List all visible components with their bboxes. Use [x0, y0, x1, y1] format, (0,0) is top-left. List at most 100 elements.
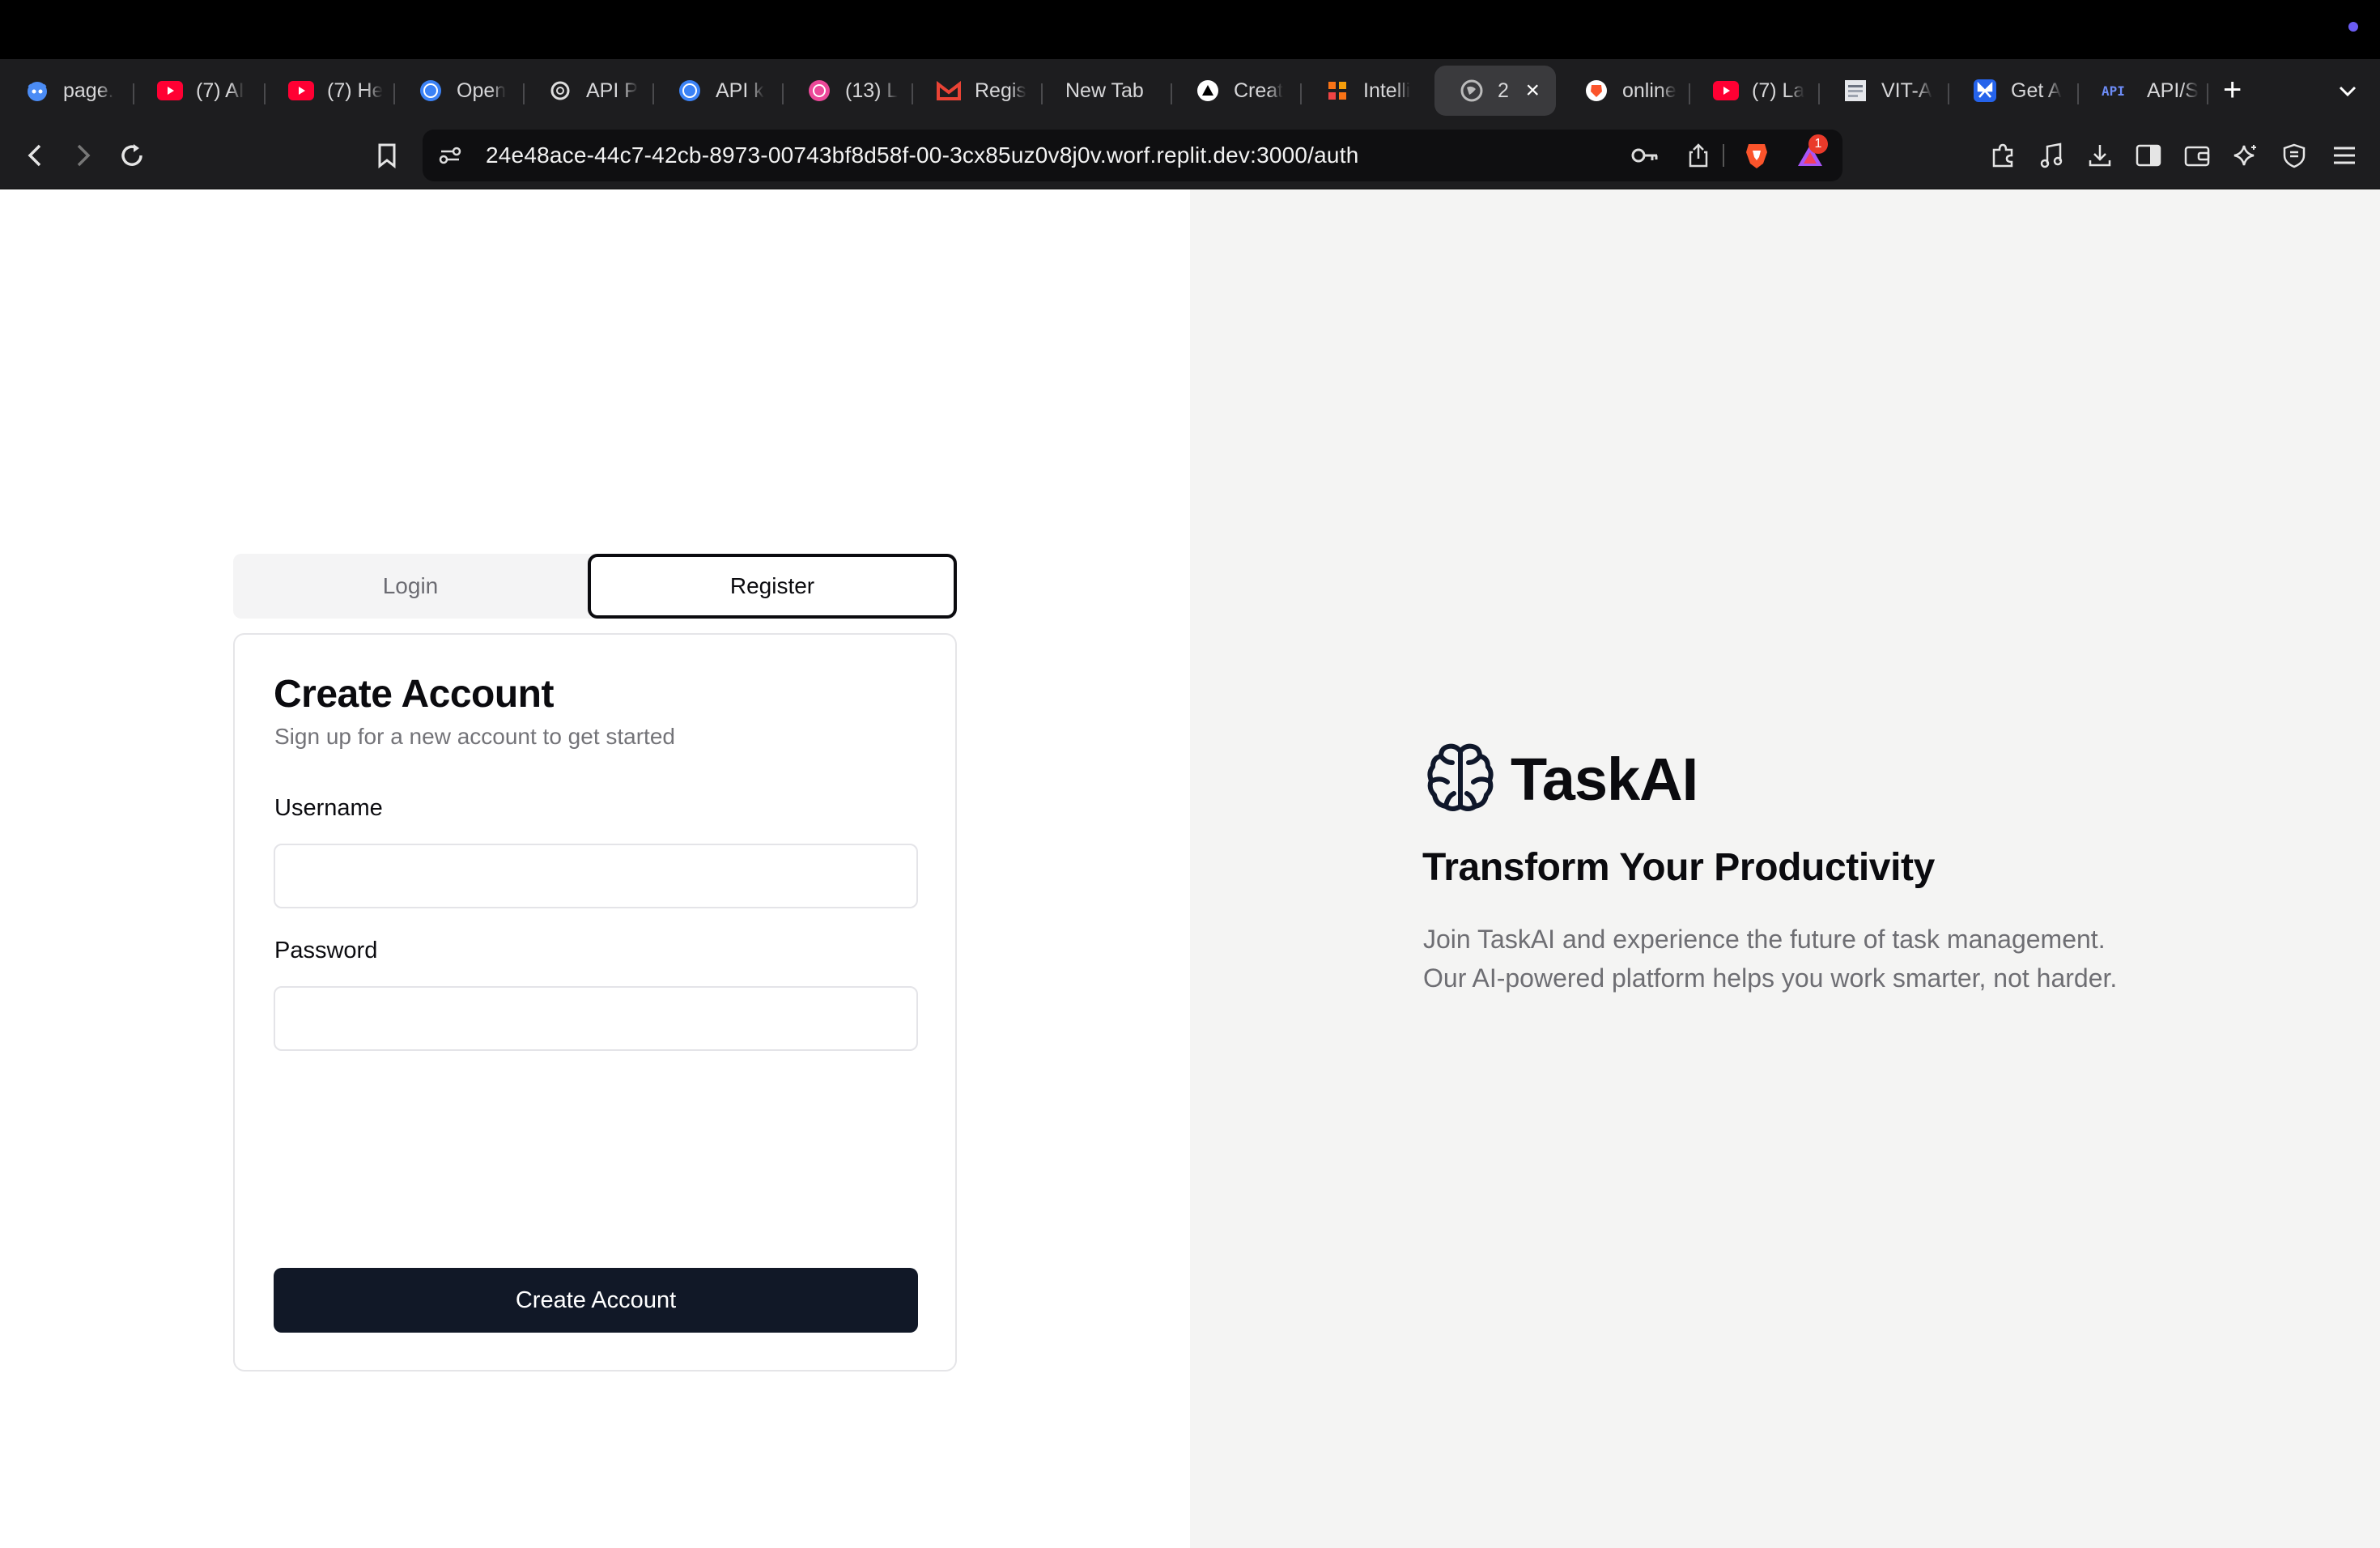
browser-tab[interactable]: (7) AI [133, 66, 261, 116]
tab-list-chevron-icon[interactable] [2336, 80, 2359, 107]
circle-icon [806, 78, 832, 104]
extensions-icon[interactable] [1987, 139, 2019, 172]
hero-panel: TaskAI Transform Your Productivity Join … [1190, 189, 2380, 1548]
brand-name: TaskAI [1511, 746, 1698, 813]
brain-icon [1423, 740, 1498, 819]
browser-tab[interactable]: VIT-A [1818, 66, 1948, 116]
reload-icon[interactable] [116, 139, 148, 172]
tab-title: page. [63, 79, 114, 102]
browser-tab[interactable]: Open [393, 66, 523, 116]
tab-title: 2 [1498, 79, 1509, 102]
tab-title: Get A [2011, 79, 2062, 102]
brave-icon [1583, 78, 1609, 104]
tab-separator [2207, 83, 2208, 104]
gmail-icon [936, 78, 962, 104]
tab-title: (7) He [327, 79, 384, 102]
hero-description-line2: Our AI-powered platform helps you work s… [1423, 963, 2118, 993]
password-input[interactable] [274, 986, 918, 1051]
key-icon[interactable] [1629, 139, 1661, 172]
url-text: 24e48ace-44c7-42cb-8973-00743bf8d58f-00-… [486, 142, 1359, 168]
tab-title: Creat [1234, 79, 1284, 102]
address-bar[interactable]: 24e48ace-44c7-42cb-8973-00743bf8d58f-00-… [423, 130, 1842, 181]
vpn-shield-icon[interactable] [2278, 139, 2310, 172]
hero-headline: Transform Your Productivity [1422, 846, 1935, 889]
site-settings-icon[interactable] [434, 139, 466, 172]
tab-title: (7) La [1752, 79, 1805, 102]
password-label: Password [274, 938, 378, 963]
browser-tab[interactable]: Intelli [1300, 66, 1430, 116]
music-icon[interactable] [2035, 139, 2068, 172]
tab-title: New Tab [1065, 79, 1144, 102]
tab-title: Open [457, 79, 507, 102]
tab-title: VIT-A [1881, 79, 1932, 102]
card-subtitle: Sign up for a new account to get started [274, 724, 675, 749]
browser-tab[interactable]: (7) He [264, 66, 393, 116]
youtube-icon [157, 78, 183, 104]
wallet-icon[interactable] [2181, 139, 2213, 172]
tab-register[interactable]: Register [588, 554, 957, 619]
tab-title: Intelli [1363, 79, 1411, 102]
tab-login[interactable]: Login [233, 554, 588, 619]
tab-title: (7) AI [196, 79, 244, 102]
browser-tab[interactable]: Regis [912, 66, 1041, 116]
browser-tab[interactable]: New Tab [1041, 66, 1171, 116]
globe-icon [677, 78, 703, 104]
forward-icon[interactable] [66, 139, 99, 172]
tab-title: (13) L [845, 79, 899, 102]
grid-icon [1324, 78, 1350, 104]
username-input[interactable] [274, 844, 918, 908]
browser-toolbar: 24e48ace-44c7-42cb-8973-00743bf8d58f-00-… [0, 123, 2380, 189]
butterfly-icon [1972, 78, 1998, 104]
browser-tab[interactable]: Get A [1948, 66, 2077, 116]
auth-tabs: Login Register [233, 554, 957, 619]
svg-text:API: API [2102, 83, 2125, 99]
window-top-bar [0, 0, 2380, 59]
tab-title: online [1622, 79, 1677, 102]
github-icon [24, 78, 50, 104]
username-label: Username [274, 795, 383, 821]
browser-tab[interactable]: API k [652, 66, 782, 116]
download-icon[interactable] [2084, 139, 2116, 172]
card-title: Create Account [274, 673, 554, 716]
browser-tab[interactable]: (13) L [782, 66, 912, 116]
page-icon [1842, 78, 1868, 104]
browser-tab[interactable]: API API/S [2077, 66, 2207, 116]
divider [1723, 144, 1724, 167]
hero-description-line1: Join TaskAI and experience the future of… [1423, 925, 2106, 954]
auth-panel: Login Register Create Account Sign up fo… [0, 189, 1190, 1548]
brand: TaskAI [1423, 740, 1698, 819]
browser-tab-active[interactable]: 2 × [1434, 66, 1556, 116]
tab-title: API/S [2147, 79, 2199, 102]
browser-tab[interactable]: API P [523, 66, 652, 116]
browser-tab[interactable]: Creat [1171, 66, 1300, 116]
triangle-icon [1195, 78, 1221, 104]
tab-title: API k [716, 79, 764, 102]
tab-title: Regis [975, 79, 1026, 102]
youtube-icon [1713, 78, 1739, 104]
notification-badge: 1 [1808, 134, 1828, 154]
tab-strip: page. (7) AI (7) He Open API P API k (13… [0, 59, 2380, 123]
browser-tab[interactable]: online [1559, 66, 1689, 116]
leo-ai-icon[interactable] [2229, 139, 2262, 172]
create-account-button[interactable]: Create Account [274, 1268, 918, 1333]
globe-icon [418, 78, 444, 104]
openai-icon [547, 78, 573, 104]
youtube-icon [288, 78, 314, 104]
menu-icon[interactable] [2328, 139, 2361, 172]
new-tab-button[interactable]: + [2223, 74, 2242, 106]
sidebar-icon[interactable] [2132, 139, 2165, 172]
browser-tab[interactable]: (7) La [1689, 66, 1818, 116]
browser-tab[interactable]: page. [0, 66, 126, 116]
register-card: Create Account Sign up for a new account… [233, 633, 957, 1372]
bookmark-icon[interactable] [371, 139, 403, 172]
globe-icon [1459, 78, 1485, 104]
back-icon[interactable] [19, 139, 52, 172]
tab-title: API P [586, 79, 638, 102]
notification-count: 1 [1814, 137, 1822, 151]
share-icon[interactable] [1682, 139, 1715, 172]
page-content: Login Register Create Account Sign up fo… [0, 189, 2380, 1548]
api-icon: API [2102, 78, 2134, 104]
brave-shields-icon[interactable] [1740, 139, 1773, 172]
close-icon[interactable]: × [1525, 77, 1540, 104]
status-dot [2348, 22, 2358, 32]
